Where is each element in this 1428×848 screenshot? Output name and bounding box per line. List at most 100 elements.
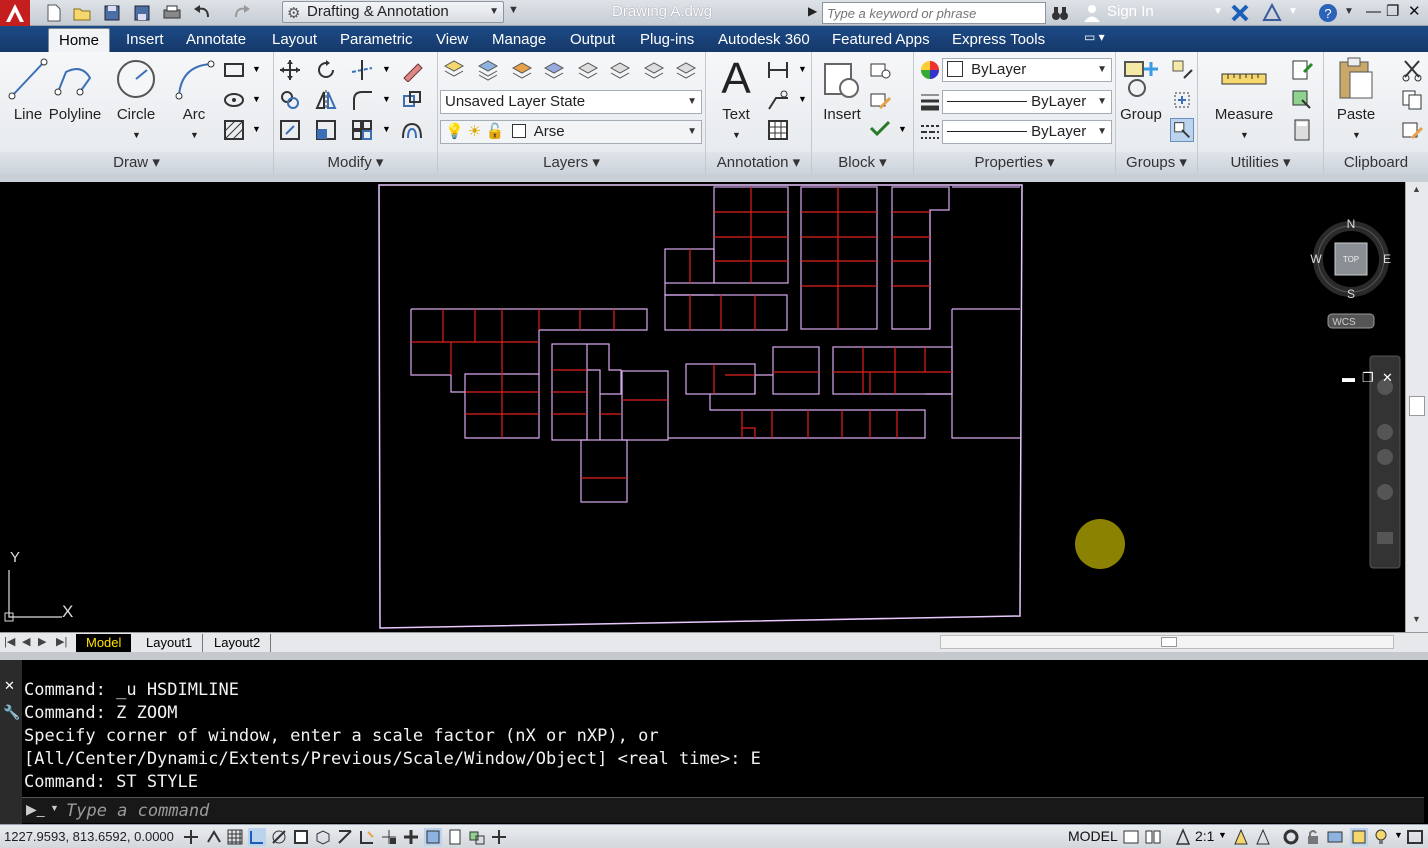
wrench-icon[interactable]: 🔧: [3, 704, 20, 721]
annotation-visibility-icon[interactable]: [1232, 828, 1250, 846]
ribbon-toggle-icon[interactable]: ▭ ▾: [1084, 30, 1105, 44]
command-window-splitter[interactable]: [0, 652, 1428, 660]
rectangle-icon[interactable]: [222, 58, 246, 82]
quick-select-icon[interactable]: [1290, 58, 1314, 82]
circle-tool-button[interactable]: Circle ▼: [108, 56, 164, 142]
help-icon[interactable]: ?: [1318, 3, 1338, 23]
redo-icon[interactable]: [232, 3, 252, 23]
array-icon[interactable]: [350, 118, 374, 142]
lineweight-dropdown[interactable]: ByLayer ▼: [942, 90, 1112, 114]
erase-icon[interactable]: [400, 58, 424, 82]
plot-icon[interactable]: [162, 3, 182, 23]
close-button[interactable]: ✕: [1408, 0, 1421, 26]
scroll-down-icon[interactable]: ▼: [1412, 614, 1421, 624]
tab-view[interactable]: View: [426, 28, 478, 52]
edit-block-icon[interactable]: [868, 88, 892, 112]
command-window-grip[interactable]: ✕ 🔧: [0, 660, 22, 824]
fillet-icon[interactable]: [350, 88, 374, 112]
chevron-down-icon[interactable]: ▼: [382, 64, 391, 74]
save-as-icon[interactable]: [132, 3, 152, 23]
lineweight-icon[interactable]: [918, 90, 942, 114]
tab-autodesk-360[interactable]: Autodesk 360: [708, 28, 820, 52]
chevron-down-icon[interactable]: ▼: [252, 64, 261, 74]
block-attributes-icon[interactable]: [868, 118, 892, 142]
layer-previous-icon[interactable]: [542, 58, 566, 82]
chevron-down-icon[interactable]: ▼: [1213, 0, 1223, 26]
minimize-button[interactable]: —: [1366, 0, 1381, 26]
quick-view-drawings-icon[interactable]: [1144, 828, 1162, 846]
play-icon[interactable]: ▶: [808, 4, 817, 18]
user-icon[interactable]: [1082, 3, 1102, 23]
color-dropdown[interactable]: ByLayer ▼: [942, 58, 1112, 82]
scrollbar-thumb[interactable]: [1409, 396, 1425, 416]
save-icon[interactable]: [102, 3, 122, 23]
chevron-down-icon[interactable]: ▼: [1344, 0, 1354, 26]
chevron-down-icon[interactable]: ▼: [382, 124, 391, 134]
select-all-icon[interactable]: [1290, 88, 1314, 112]
linetype-icon[interactable]: [918, 120, 942, 144]
linear-dimension-icon[interactable]: [766, 58, 790, 82]
chevron-down-icon[interactable]: ▼: [1352, 130, 1361, 140]
offset-icon[interactable]: [400, 118, 424, 142]
coordinate-readout[interactable]: 1227.9593, 813.6592, 0.0000: [4, 829, 174, 844]
utilities-panel-title[interactable]: Utilities ▾: [1198, 152, 1323, 174]
workspace-dropdown[interactable]: ⚙ Drafting & Annotation ▼: [282, 1, 504, 23]
chevron-down-icon[interactable]: ▼: [798, 94, 807, 104]
polar-tracking-icon[interactable]: [270, 828, 288, 846]
close-icon[interactable]: ✕: [4, 678, 15, 694]
chevron-down-icon[interactable]: ▼: [190, 130, 199, 140]
command-input[interactable]: [66, 800, 1366, 822]
draw-panel-title[interactable]: Draw ▾: [0, 152, 273, 174]
transparency-icon[interactable]: [424, 828, 442, 846]
insert-block-button[interactable]: Insert: [814, 56, 870, 142]
customize-qat-icon[interactable]: ▼: [508, 4, 519, 16]
copy-clip-icon[interactable]: [1400, 88, 1424, 112]
viewport-minimize-button[interactable]: ▬: [1342, 370, 1355, 385]
viewport-close-button[interactable]: ✕: [1382, 370, 1393, 386]
layer-properties-icon[interactable]: [442, 58, 466, 82]
auto-scale-icon[interactable]: [1254, 828, 1272, 846]
object-snap-tracking-icon[interactable]: [336, 828, 354, 846]
tab-model[interactable]: Model: [76, 634, 132, 652]
dynamic-ucs-icon[interactable]: [358, 828, 376, 846]
hardware-acceleration-icon[interactable]: [1326, 828, 1344, 846]
viewcube[interactable]: TOP N S E W WCS: [1310, 217, 1391, 329]
hatch-icon[interactable]: [222, 118, 246, 142]
annotation-panel-title[interactable]: Annotation ▾: [706, 152, 811, 174]
selection-cycling-icon[interactable]: [468, 828, 486, 846]
new-file-icon[interactable]: [44, 3, 64, 23]
calculator-icon[interactable]: [1290, 118, 1314, 142]
lightbulb-icon[interactable]: [1372, 828, 1390, 846]
layers-panel-title[interactable]: Layers ▾: [438, 152, 705, 174]
layer-dropdown[interactable]: 💡 ☀ 🔓 Arse ▼: [440, 120, 702, 144]
sign-in-link[interactable]: Sign In: [1107, 0, 1154, 26]
chevron-down-icon[interactable]: ▼: [1394, 830, 1403, 840]
copy-icon[interactable]: [278, 88, 302, 112]
tab-home[interactable]: Home: [48, 28, 111, 52]
create-block-icon[interactable]: [868, 58, 892, 82]
chevron-down-icon[interactable]: ▼: [798, 64, 807, 74]
table-icon[interactable]: [766, 118, 790, 142]
layer-state-dropdown[interactable]: Unsaved Layer State ▼: [440, 90, 702, 114]
application-menu-icon[interactable]: [0, 0, 30, 26]
paste-button[interactable]: Paste ▼: [1328, 56, 1384, 142]
layer-isolate-icon[interactable]: [576, 58, 600, 82]
group-selection-icon[interactable]: [1170, 118, 1194, 142]
object-snap-icon[interactable]: [292, 828, 310, 846]
horizontal-scrollbar[interactable]: [940, 635, 1394, 649]
lock-ui-icon[interactable]: [1304, 828, 1322, 846]
lineweight-display-icon[interactable]: [402, 828, 420, 846]
layer-match-icon[interactable]: [510, 58, 534, 82]
quick-properties-icon[interactable]: [446, 828, 464, 846]
infer-constraints-icon[interactable]: [182, 828, 200, 846]
last-tab-icon[interactable]: ▶|: [56, 635, 67, 648]
polyline-tool-button[interactable]: Polyline: [44, 56, 106, 142]
prev-tab-icon[interactable]: ◀: [22, 635, 30, 648]
undo-icon[interactable]: [192, 3, 212, 23]
annotation-monitor-icon[interactable]: [490, 828, 508, 846]
exchange-icon[interactable]: [1230, 3, 1250, 23]
chevron-down-icon[interactable]: ▼: [50, 803, 59, 813]
binoculars-icon[interactable]: [1050, 3, 1070, 23]
linetype-dropdown[interactable]: ByLayer ▼: [942, 120, 1112, 144]
annotation-scale-icon[interactable]: [1174, 828, 1192, 846]
